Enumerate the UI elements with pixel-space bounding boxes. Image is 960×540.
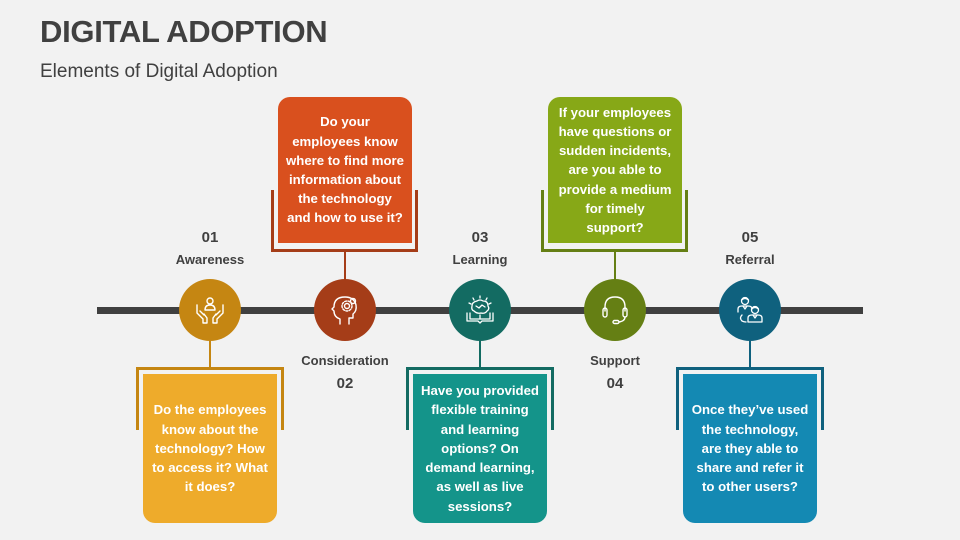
step-number: 01 <box>201 229 219 246</box>
connector-line <box>209 341 211 368</box>
step-name: Referral <box>725 252 775 267</box>
connector-line <box>749 341 751 368</box>
step-number: 04 <box>606 375 624 392</box>
step-description-box: Have you provided flexible training and … <box>413 374 547 523</box>
step-circle <box>584 279 646 341</box>
connector-line <box>614 252 616 280</box>
hands-person-icon <box>196 297 224 324</box>
step-circle <box>449 279 511 341</box>
step-number: 03 <box>471 229 489 246</box>
step-circle <box>719 279 781 341</box>
step-name: Awareness <box>175 252 245 267</box>
step-name: Support <box>590 353 640 368</box>
people-referral-icon <box>737 296 763 323</box>
box-bracket <box>271 190 418 252</box>
connector-line <box>479 341 481 368</box>
head-gears-icon <box>331 296 357 325</box>
step-name: Consideration <box>301 353 389 368</box>
page-title: DIGITAL ADOPTION <box>40 14 328 49</box>
step-description-box: Do the employees know about the technolo… <box>143 374 277 523</box>
step-number: 05 <box>741 229 759 246</box>
step-number: 02 <box>336 375 354 392</box>
step-circle <box>179 279 241 341</box>
box-bracket <box>541 190 688 252</box>
page-subtitle: Elements of Digital Adoption <box>40 61 278 82</box>
step-description-box: Once they’ve used the technology, are th… <box>683 374 817 523</box>
step-name: Learning <box>452 252 508 267</box>
connector-line <box>344 252 346 280</box>
book-brain-icon <box>466 295 494 324</box>
step-circle <box>314 279 376 341</box>
headset-icon <box>602 296 628 325</box>
